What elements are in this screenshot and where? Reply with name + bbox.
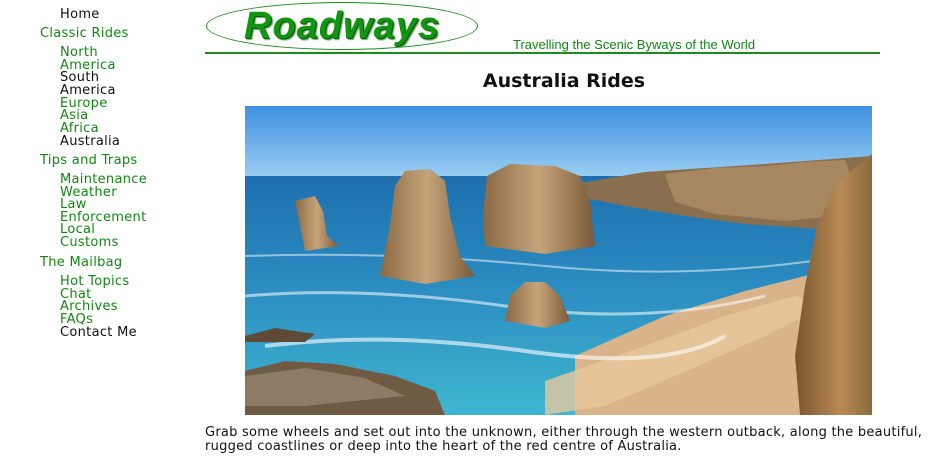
nav-australia[interactable]: Australia (60, 135, 120, 148)
nav-contact-me[interactable]: Contact Me (60, 326, 137, 339)
header-divider (205, 52, 880, 54)
site-tagline: Travelling the Scenic Byways of the Worl… (513, 37, 756, 52)
site-logo[interactable]: Roadways (206, 2, 478, 50)
nav-home[interactable]: Home (60, 8, 100, 21)
coastline-photo (245, 106, 872, 415)
intro-paragraph: Grab some wheels and set out into the un… (205, 425, 923, 454)
nav-the-mailbag[interactable]: The Mailbag (40, 256, 123, 269)
nav-local-customs-line2[interactable]: Customs (60, 236, 119, 249)
page-title: Australia Rides (482, 70, 646, 92)
nav-classic-rides[interactable]: Classic Rides (40, 27, 129, 40)
nav-tips-and-traps[interactable]: Tips and Traps (40, 154, 137, 167)
site-logo-text: Roadways (244, 4, 440, 47)
